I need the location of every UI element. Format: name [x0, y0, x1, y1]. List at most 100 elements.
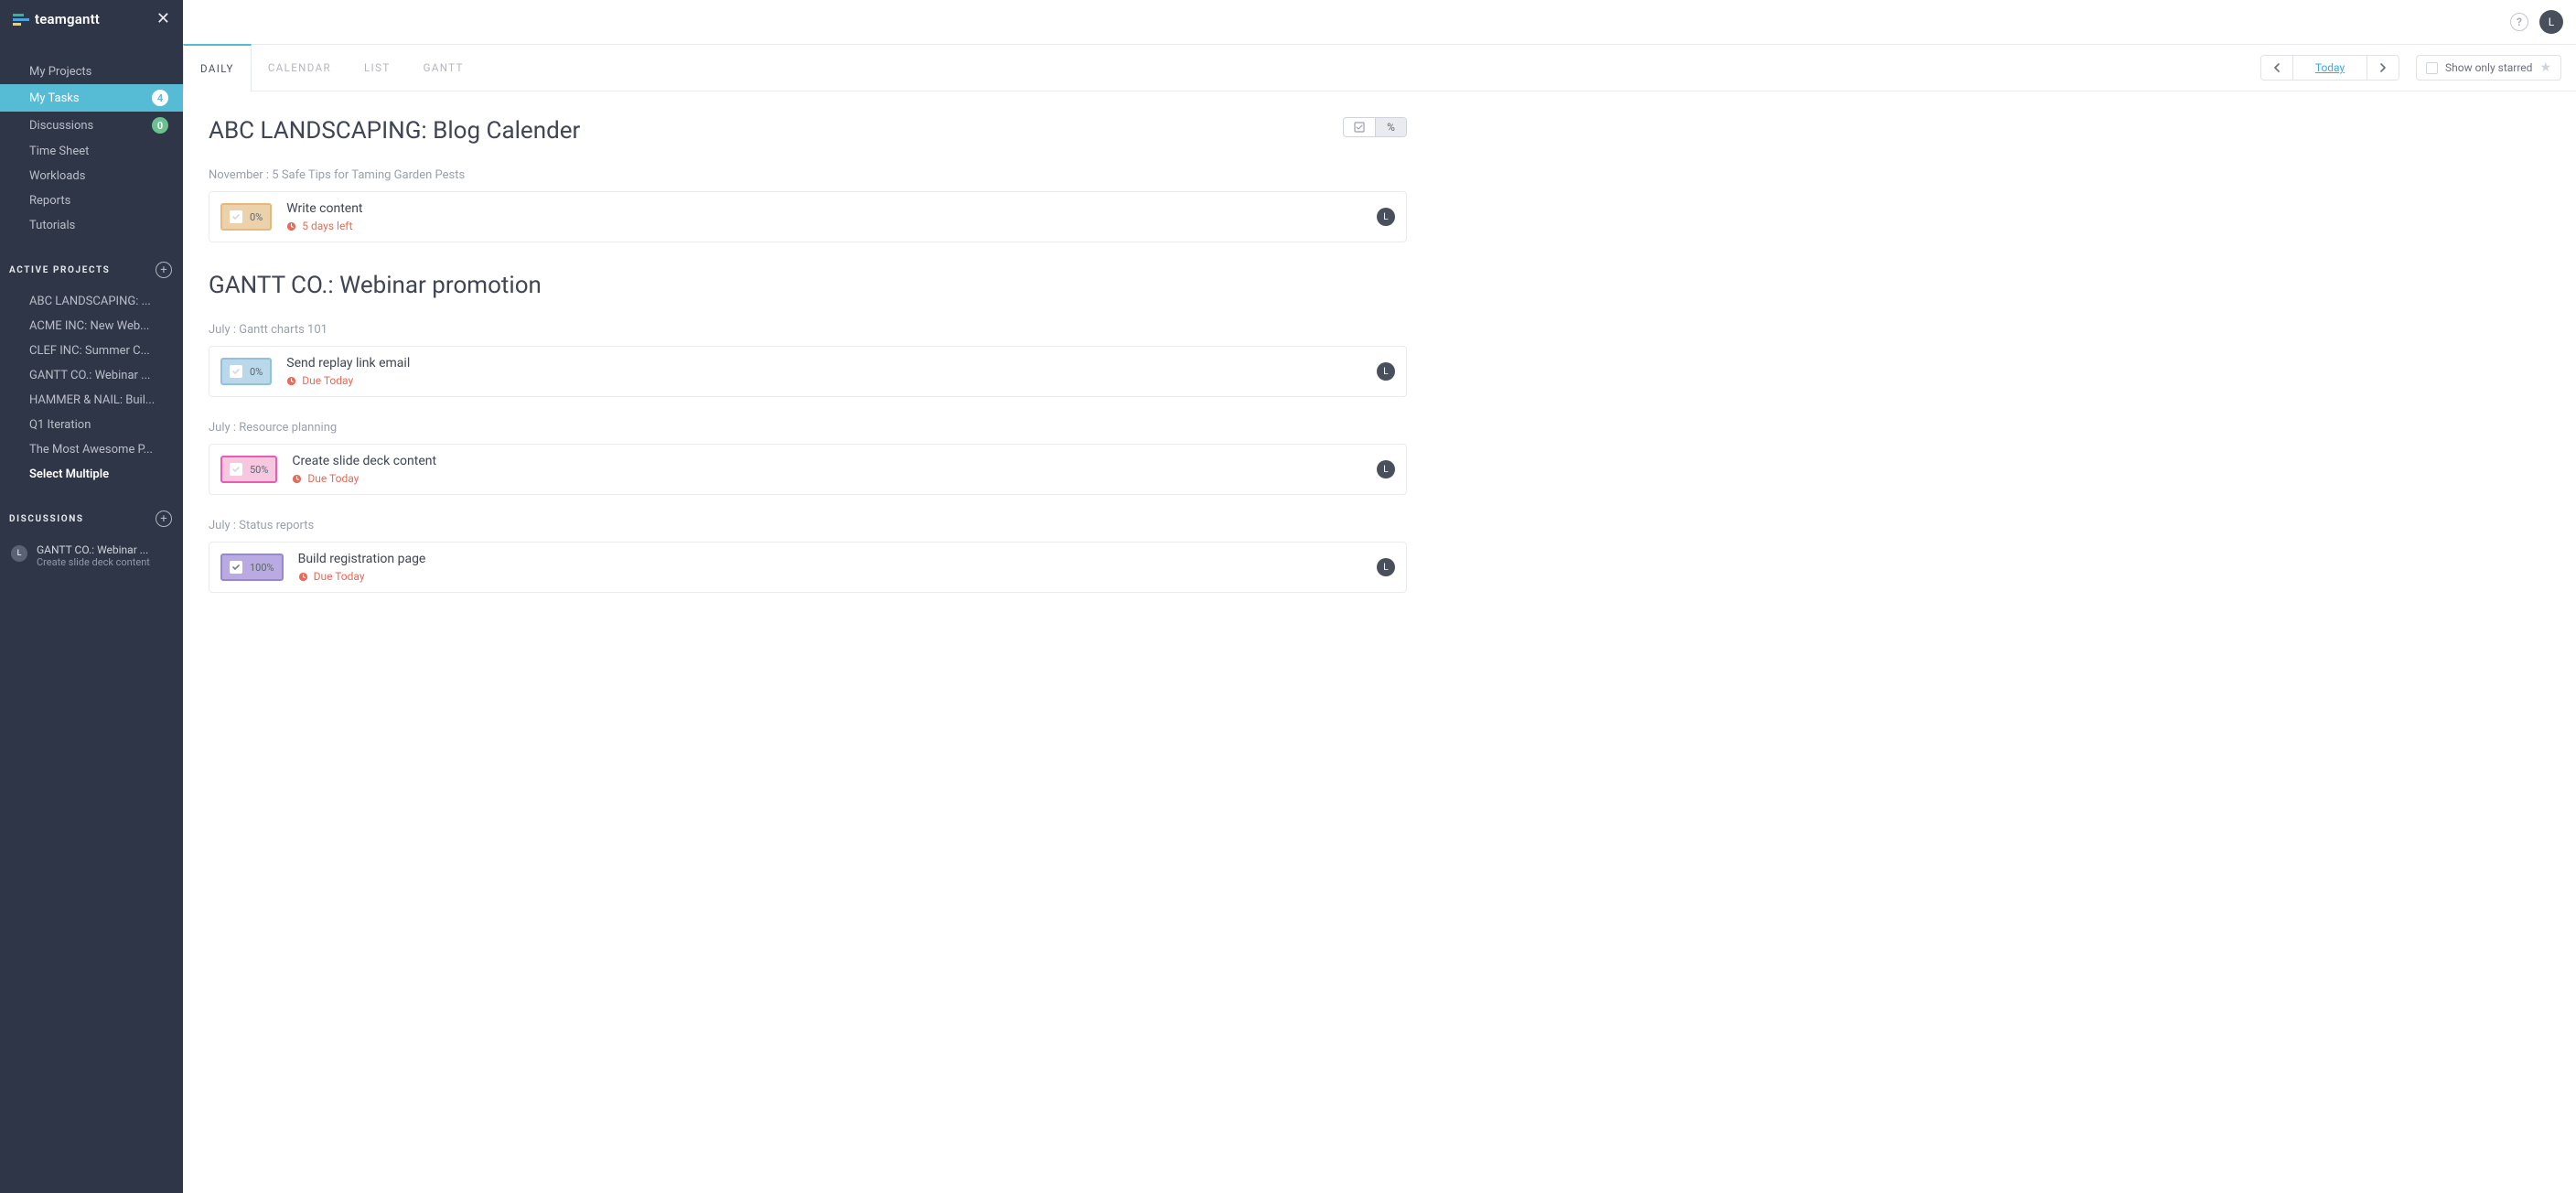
view-tab[interactable]: CALENDAR — [252, 45, 348, 91]
checkbox-icon — [1354, 122, 1365, 133]
brand[interactable]: teamgantt — [13, 11, 100, 27]
task-assignee-avatar[interactable]: L — [1377, 558, 1395, 576]
check-icon — [231, 212, 241, 221]
task-progress-value: 0% — [250, 366, 263, 378]
check-icon — [231, 563, 241, 572]
sidebar-nav-badge: 4 — [152, 90, 168, 106]
brand-logo-icon — [13, 13, 29, 26]
task-due: Due Today — [292, 472, 1362, 485]
task-name: Create slide deck content — [292, 454, 1362, 468]
clock-icon — [286, 376, 296, 386]
sidebar-nav-label: Tutorials — [29, 219, 75, 232]
discussion-subtitle: Create slide deck content — [37, 556, 150, 568]
sidebar-project-item[interactable]: Q1 Iteration — [0, 413, 183, 437]
sidebar-nav: My Projects My Tasks 4 Discussions0 Time She… — [0, 59, 183, 238]
add-project-icon[interactable]: + — [156, 262, 172, 278]
task-due-label: Due Today — [307, 472, 359, 485]
view-tab[interactable]: LIST — [348, 45, 407, 91]
show-starred-checkbox[interactable] — [2426, 62, 2438, 74]
project-header-row: ABC LANDSCAPING: Blog Calender% — [209, 117, 1407, 145]
tabs-right-controls: Today Show only starred ★ — [2260, 55, 2561, 81]
sidebar-nav-label: My Projects — [29, 65, 91, 79]
sidebar-nav-item[interactable]: Tutorials — [0, 213, 183, 238]
task-card[interactable]: 100%Build registration pageDue TodayL — [209, 542, 1407, 593]
project-title: GANTT CO.: Webinar promotion — [209, 272, 542, 299]
project-header-row: GANTT CO.: Webinar promotion — [209, 272, 1407, 299]
sidebar-nav-badge: 0 — [152, 117, 168, 134]
task-due: Due Today — [286, 374, 1362, 387]
sidebar-nav-item[interactable]: My Tasks 4 — [0, 84, 183, 112]
sidebar-project-item[interactable]: GANTT CO.: Webinar ... — [0, 363, 183, 388]
progress-display-toggle: % — [1343, 117, 1407, 137]
show-starred-toggle[interactable]: Show only starred ★ — [2416, 55, 2561, 81]
task-checkbox[interactable] — [230, 561, 242, 574]
sidebar-project-item[interactable]: ACME INC: New Web... — [0, 314, 183, 339]
task-card[interactable]: 50% Create slide deck content Due Today L — [209, 444, 1407, 495]
sidebar-nav-label: My Tasks — [29, 91, 80, 105]
clock-icon — [286, 221, 296, 231]
brand-name: teamgantt — [35, 11, 100, 27]
sidebar-nav-item[interactable]: My Projects — [0, 59, 183, 84]
sidebar-project-item[interactable]: CLEF INC: Summer C... — [0, 339, 183, 363]
task-progress-chip[interactable]: 0% — [220, 358, 272, 385]
avatar: L — [11, 545, 27, 562]
sidebar-nav-label: Reports — [29, 194, 70, 208]
sidebar-project-item[interactable]: HAMMER & NAIL: Buil... — [0, 388, 183, 413]
clock-icon — [292, 474, 302, 484]
progress-display-check-button[interactable] — [1344, 118, 1375, 136]
task-group-label: July : Resource planning — [209, 421, 1407, 435]
task-due-label: Due Today — [314, 570, 365, 583]
help-icon[interactable]: ? — [2510, 13, 2528, 31]
task-card[interactable]: 0%Write content5 days leftL — [209, 191, 1407, 242]
sidebar-header: teamgantt ✕ — [0, 0, 183, 39]
task-progress-chip[interactable]: 0% — [220, 203, 272, 231]
task-card[interactable]: 0%Send replay link emailDue TodayL — [209, 346, 1407, 397]
task-assignee-avatar[interactable]: L — [1377, 208, 1395, 226]
sidebar-nav-item[interactable]: Workloads — [0, 164, 183, 188]
task-group-label: November : 5 Safe Tips for Taming Garden… — [209, 168, 1407, 182]
sidebar-project-item[interactable]: Select Multiple — [0, 462, 183, 487]
close-icon[interactable]: ✕ — [156, 9, 170, 28]
active-projects-title: ACTIVE PROJECTS — [9, 265, 110, 275]
content-scroll[interactable]: ABC LANDSCAPING: Blog Calender% November … — [183, 91, 2576, 1193]
chevron-left-icon — [2273, 63, 2281, 72]
task-checkbox[interactable] — [230, 210, 242, 223]
progress-display-percent-button[interactable]: % — [1375, 118, 1406, 136]
sidebar-nav-label: Time Sheet — [29, 145, 89, 158]
task-progress-value: 50% — [250, 464, 268, 476]
chevron-right-icon — [2379, 63, 2387, 72]
sidebar-nav-item[interactable]: Reports — [0, 188, 183, 213]
discussions-title: DISCUSSIONS — [9, 514, 84, 524]
clock-icon — [298, 572, 308, 582]
user-avatar[interactable]: L — [2539, 10, 2563, 34]
sidebar-discussion-item[interactable]: L GANTT CO.: Webinar ...Create slide deck… — [0, 538, 183, 574]
discussions-header: DISCUSSIONS + — [0, 511, 183, 527]
task-progress-chip[interactable]: 100% — [220, 554, 284, 581]
task-progress-value: 100% — [250, 562, 274, 574]
add-discussion-icon[interactable]: + — [156, 511, 172, 527]
date-prev-button[interactable] — [2261, 56, 2292, 80]
check-icon — [231, 465, 241, 474]
date-next-button[interactable] — [2367, 56, 2399, 80]
discussion-title: GANTT CO.: Webinar ... — [37, 543, 150, 556]
view-tab[interactable]: DAILY — [183, 44, 252, 91]
task-due-label: Due Today — [302, 374, 353, 387]
date-today-button[interactable]: Today — [2292, 56, 2367, 80]
task-checkbox[interactable] — [230, 365, 242, 378]
sidebar-nav-item[interactable]: Discussions0 — [0, 112, 183, 139]
view-tab[interactable]: GANTT — [407, 45, 480, 91]
tabs-row: DAILYCALENDARLISTGANTT Today Show only s… — [183, 44, 2576, 91]
task-progress-chip[interactable]: 50% — [220, 456, 277, 483]
task-checkbox[interactable] — [230, 463, 242, 476]
task-due: 5 days left — [286, 220, 1362, 232]
check-icon — [231, 367, 241, 376]
sidebar: teamgantt ✕ My Projects My Tasks 4 Discussi… — [0, 0, 183, 1193]
discussion-list: L GANTT CO.: Webinar ...Create slide deck… — [0, 538, 183, 574]
sidebar-project-item[interactable]: ABC LANDSCAPING: ... — [0, 289, 183, 314]
task-assignee-avatar[interactable]: L — [1377, 362, 1395, 381]
sidebar-nav-item[interactable]: Time Sheet — [0, 139, 183, 164]
content-inner: ABC LANDSCAPING: Blog Calender% November … — [209, 117, 1407, 622]
task-assignee-avatar[interactable]: L — [1377, 460, 1395, 478]
sidebar-project-item[interactable]: The Most Awesome P... — [0, 437, 183, 462]
task-group-label: July : Status reports — [209, 519, 1407, 532]
